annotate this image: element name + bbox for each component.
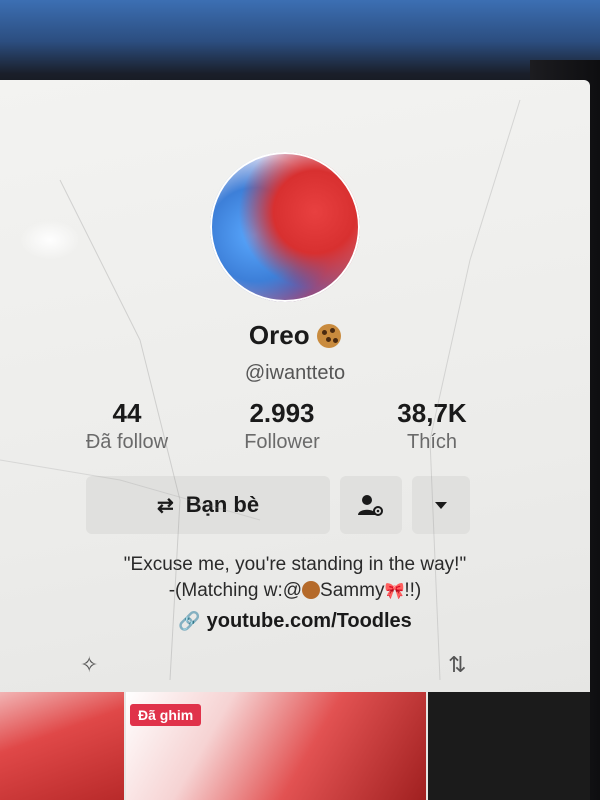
video-grid: Đã ghim	[0, 692, 590, 800]
link-icon: 🔗	[178, 611, 201, 631]
profile-screen: Oreo @iwantteto 44 Đã follow 2.993 Follo…	[0, 80, 590, 800]
stat-followers-value: 2.993	[249, 398, 315, 428]
chevron-down-icon	[435, 501, 447, 509]
screen-glare	[20, 220, 80, 260]
more-options-button[interactable]	[412, 476, 470, 534]
video-thumbnail[interactable]	[428, 692, 590, 800]
video-thumbnail[interactable]	[0, 692, 124, 800]
avatar[interactable]	[210, 152, 360, 302]
stat-following-label: Đã follow	[85, 431, 169, 453]
ribbon-icon: 🎀	[384, 583, 405, 600]
swap-arrows-icon: ⇄	[156, 494, 174, 517]
profile-name-row: Oreo	[0, 320, 590, 351]
bio-line-1: "Excuse me, you're standing in the way!"	[123, 554, 467, 575]
stat-followers[interactable]: 2.993 Follower	[207, 398, 357, 454]
teddy-bear-icon	[302, 581, 321, 599]
repost-icon[interactable]: ⇅	[448, 652, 466, 678]
profile-link-text: youtube.com/Toodles	[206, 610, 412, 632]
friends-button-label: Bạn bè	[185, 492, 260, 517]
person-settings-icon	[358, 495, 383, 516]
stat-likes[interactable]: 38,7K Thích	[357, 398, 507, 454]
bio-line-2-prefix: -(Matching w:@	[168, 580, 303, 601]
pinned-badge: Đã ghim	[130, 704, 202, 726]
bio-line-2: -(Matching w:@ Sammy🎀!!)	[0, 580, 590, 602]
sparkle-icon[interactable]: ✧	[80, 652, 98, 678]
stat-likes-value: 38,7K	[397, 398, 467, 428]
stat-followers-label: Follower	[244, 431, 320, 453]
stat-likes-label: Thích	[406, 431, 458, 453]
profile-link[interactable]: 🔗 youtube.com/Toodles	[0, 610, 590, 633]
stat-following[interactable]: 44 Đã follow	[52, 398, 202, 454]
stat-following-value: 44	[112, 398, 142, 428]
friends-button[interactable]: ⇄ Bạn bè	[86, 476, 330, 534]
username-handle: @iwantteto	[244, 362, 346, 384]
person-settings-button[interactable]	[340, 476, 402, 534]
bio-mention-name[interactable]: Sammy	[320, 580, 384, 601]
bio-line-2-suffix: !!)	[404, 580, 422, 601]
monitor-bezel-top	[0, 0, 600, 92]
cookie-icon	[317, 324, 342, 348]
display-name: Oreo	[248, 320, 310, 350]
